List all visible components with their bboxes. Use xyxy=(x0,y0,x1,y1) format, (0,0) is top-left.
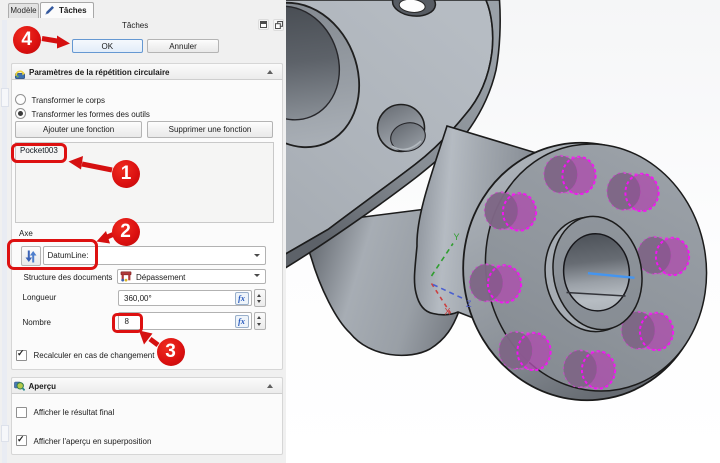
svg-text:Z: Z xyxy=(466,299,472,309)
svg-text:X: X xyxy=(445,307,451,317)
svg-text:Y: Y xyxy=(454,232,460,242)
